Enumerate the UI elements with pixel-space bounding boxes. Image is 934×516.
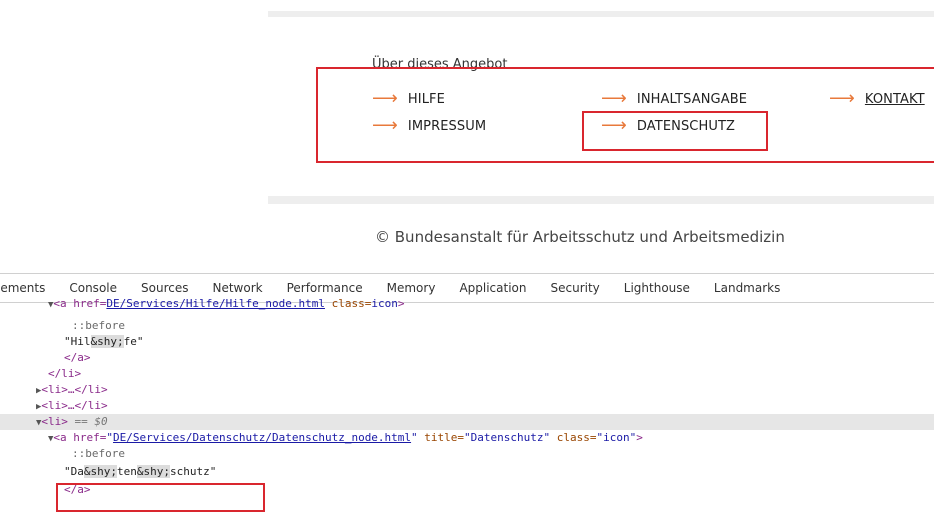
dom-line-a-close[interactable]: </a>	[0, 350, 934, 366]
tab-elements[interactable]: lements	[0, 281, 57, 295]
highlight-box-datenschutz	[582, 111, 768, 151]
bottom-divider	[268, 196, 934, 204]
dom-line-datenschutz-text[interactable]: "Da&shy;ten&shy;schutz"	[0, 464, 934, 480]
tab-landmarks[interactable]: Landmarks	[702, 281, 792, 295]
tab-application[interactable]: Application	[447, 281, 538, 295]
dom-line-li-close[interactable]: </li>	[0, 366, 934, 382]
tab-security[interactable]: Security	[539, 281, 612, 295]
dom-line-li-selected[interactable]: ▼<li> == $0	[0, 414, 934, 430]
dom-line-before[interactable]: ::before	[0, 446, 934, 462]
top-divider	[268, 11, 934, 17]
tab-sources[interactable]: Sources	[129, 281, 200, 295]
tab-memory[interactable]: Memory	[375, 281, 448, 295]
dom-line-hilfe-anchor[interactable]: ▼<a href=DE/Services/Hilfe/Hilfe_node.ht…	[0, 296, 934, 312]
dom-line-hilfe-text[interactable]: "Hil&shy;fe"	[0, 334, 934, 350]
dom-line-li-collapsed[interactable]: ▶<li>…</li>	[0, 398, 934, 414]
copyright-text: © Bundesanstalt für Arbeitsschutz und Ar…	[375, 228, 785, 246]
tab-console[interactable]: Console	[57, 281, 129, 295]
tab-network[interactable]: Network	[200, 281, 274, 295]
tab-performance[interactable]: Performance	[275, 281, 375, 295]
dom-line-li-collapsed[interactable]: ▶<li>…</li>	[0, 382, 934, 398]
highlight-box-code	[56, 483, 265, 512]
dom-line-datenschutz-anchor[interactable]: ▼<a href="DE/Services/Datenschutz/Datens…	[0, 430, 934, 446]
tab-lighthouse[interactable]: Lighthouse	[612, 281, 702, 295]
dom-line-before[interactable]: ::before	[0, 318, 934, 334]
